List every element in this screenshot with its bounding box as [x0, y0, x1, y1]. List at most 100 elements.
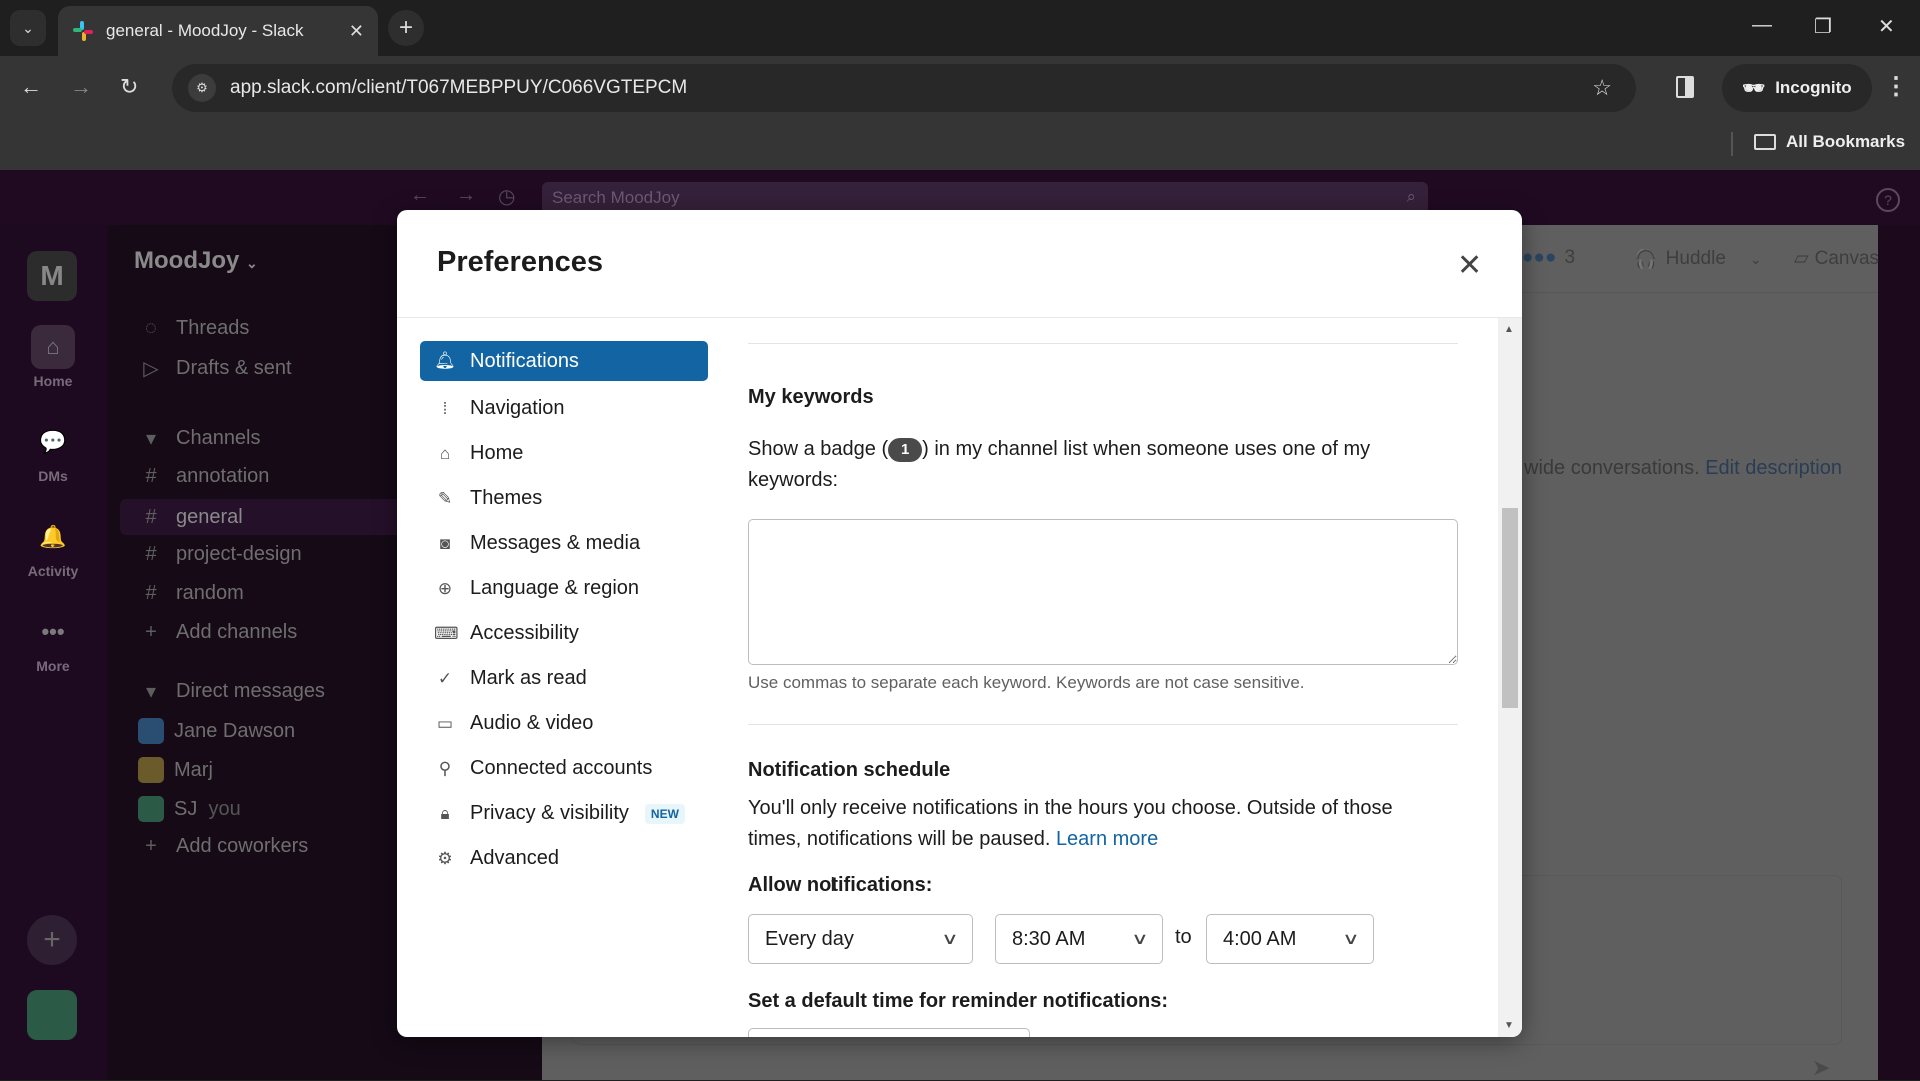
- sidebar-item-drafts[interactable]: ▷ Drafts & sent: [138, 356, 291, 381]
- to-time-select[interactable]: 4:00 AM ∨: [1206, 914, 1374, 964]
- add-coworkers-button[interactable]: + Add coworkers: [138, 835, 308, 858]
- back-icon[interactable]: ←: [20, 74, 42, 100]
- rail-more[interactable]: ••• More: [0, 610, 106, 674]
- sidebar-label: Threads: [176, 317, 250, 339]
- user-avatar[interactable]: [27, 990, 77, 1040]
- new-tab-button[interactable]: +: [388, 10, 424, 46]
- scroll-down-icon[interactable]: ▼: [1504, 1020, 1514, 1031]
- canvas-button[interactable]: ▱ Canvas: [1794, 247, 1879, 270]
- chevron-down-icon[interactable]: ⌄: [1750, 251, 1762, 268]
- nav-label: Privacy & visibility: [470, 802, 629, 824]
- all-bookmarks-button[interactable]: All Bookmarks: [1754, 132, 1905, 152]
- rail-home[interactable]: ⌂ Home: [0, 325, 106, 389]
- nav-item-notifications[interactable]: 🔔︎ Notifications: [420, 341, 708, 381]
- reload-icon[interactable]: ↻: [120, 74, 138, 100]
- add-workspace-button[interactable]: +: [27, 915, 77, 965]
- sidebar-item-threads[interactable]: ◌ Threads: [138, 317, 249, 340]
- section-divider: [748, 343, 1458, 344]
- rail-activity[interactable]: 🔔 Activity: [0, 515, 106, 579]
- slack-logo-icon: [72, 20, 94, 42]
- restore-icon[interactable]: ❐: [1814, 14, 1832, 39]
- all-bookmarks-label: All Bookmarks: [1786, 132, 1906, 151]
- nav-item-privacy-visibility[interactable]: 🔒︎ Privacy & visibility NEW: [420, 791, 708, 836]
- add-channels-button[interactable]: + Add channels: [138, 621, 297, 644]
- navigation-icon: ⁞: [442, 398, 448, 418]
- hash-icon: #: [145, 582, 157, 604]
- bookmark-star-icon[interactable]: ☆: [1592, 75, 1612, 101]
- hash-icon: #: [145, 465, 157, 487]
- forward-icon[interactable]: →: [70, 74, 92, 100]
- nav-item-language-region[interactable]: ⊕ Language & region: [420, 566, 708, 611]
- section-label: Direct messages: [176, 680, 325, 702]
- days-select[interactable]: Every day ∨: [748, 914, 973, 964]
- history-icon[interactable]: ◷: [498, 184, 515, 209]
- workspace-name[interactable]: MoodJoy ⌄: [134, 247, 258, 275]
- rail-dms[interactable]: 💬 DMs: [0, 420, 106, 484]
- channel-item[interactable]: # annotation: [138, 465, 269, 488]
- nav-item-audio-video[interactable]: ▭ Audio & video: [420, 701, 708, 746]
- close-tab-icon[interactable]: ✕: [349, 21, 364, 42]
- from-time-select[interactable]: 8:30 AM ∨: [995, 914, 1163, 964]
- channel-item[interactable]: # random: [138, 582, 243, 605]
- dm-name: SJ: [174, 797, 198, 820]
- dm-item[interactable]: Jane Dawson: [138, 718, 295, 744]
- dm-item[interactable]: Marj: [138, 757, 213, 783]
- history-forward-icon[interactable]: →: [456, 184, 476, 207]
- nav-item-mark-as-read[interactable]: ✓ Mark as read: [420, 656, 708, 701]
- keywords-input[interactable]: [748, 519, 1458, 665]
- chevron-down-icon: ∨: [1342, 931, 1360, 948]
- browser-menu-icon[interactable]: ⋮: [1884, 72, 1908, 101]
- minimize-icon[interactable]: —: [1752, 14, 1772, 37]
- keyboard-icon: ⌨: [434, 623, 459, 643]
- site-settings-icon[interactable]: ⚙: [188, 74, 216, 102]
- side-panel-icon[interactable]: [1676, 76, 1694, 98]
- new-badge: NEW: [644, 803, 685, 824]
- channels-section-toggle[interactable]: ▾ Channels: [138, 426, 261, 451]
- message-icon: ◙: [439, 533, 451, 553]
- canvas-icon: ▱: [1794, 248, 1809, 269]
- close-icon[interactable]: ✕: [1457, 248, 1482, 283]
- nav-label: Notifications: [470, 349, 579, 372]
- avatar: [138, 757, 164, 783]
- dm-name: Marj: [174, 758, 213, 781]
- channel-item[interactable]: # project-design: [138, 543, 301, 566]
- reminder-time-select[interactable]: [748, 1028, 1030, 1037]
- history-back-icon[interactable]: ←: [410, 184, 430, 207]
- nav-item-advanced[interactable]: ⚙ Advanced: [420, 836, 708, 881]
- incognito-badge[interactable]: 🕶 Incognito: [1722, 64, 1872, 112]
- edit-description-link[interactable]: Edit description: [1705, 457, 1842, 479]
- members-button[interactable]: ●●● 3: [1522, 247, 1575, 269]
- browser-tab[interactable]: general - MoodJoy - Slack ✕: [58, 6, 378, 56]
- channel-name: annotation: [176, 465, 270, 487]
- address-bar[interactable]: ⚙ app.slack.com/client/T067MEBPPUY/C066V…: [172, 64, 1636, 112]
- section-label: Channels: [176, 427, 261, 449]
- hash-icon: #: [145, 543, 157, 565]
- nav-item-home[interactable]: ⌂ Home: [420, 431, 708, 476]
- send-icon[interactable]: ➤: [1812, 1055, 1830, 1081]
- dm-item[interactable]: SJ you: [138, 796, 241, 822]
- nav-label: Language & region: [470, 577, 640, 599]
- video-icon: ▭: [436, 713, 454, 733]
- dms-section-toggle[interactable]: ▾ Direct messages: [138, 679, 325, 704]
- member-count: 3: [1564, 247, 1576, 268]
- help-icon[interactable]: ?: [1876, 188, 1900, 212]
- dms-icon: 💬: [39, 429, 67, 454]
- close-window-icon[interactable]: ✕: [1878, 14, 1895, 39]
- nav-item-themes[interactable]: ✎ Themes: [420, 476, 708, 521]
- nav-item-navigation[interactable]: ⁞ Navigation: [420, 386, 708, 431]
- chevron-down-icon: ∨: [1131, 931, 1149, 948]
- brush-icon: ✎: [437, 488, 453, 508]
- learn-more-link[interactable]: Learn more: [1056, 828, 1158, 850]
- canvas-label: Canvas: [1814, 248, 1880, 269]
- tab-search-button[interactable]: ⌄: [10, 10, 46, 46]
- huddle-button[interactable]: 🎧 Huddle ⌄: [1634, 247, 1762, 271]
- nav-item-messages-media[interactable]: ◙ Messages & media: [420, 521, 708, 566]
- keywords-description: Show a badge (1) in my channel list when…: [748, 434, 1448, 496]
- scroll-up-icon[interactable]: ▲: [1504, 324, 1514, 335]
- workspace-switcher[interactable]: M: [27, 251, 77, 301]
- content-scrollbar[interactable]: ▲ ▼: [1498, 318, 1522, 1037]
- nav-item-connected-accounts[interactable]: ⚲ Connected accounts: [420, 746, 708, 791]
- folder-icon: [1754, 134, 1776, 150]
- nav-item-accessibility[interactable]: ⌨ Accessibility: [420, 611, 708, 656]
- scrollbar-thumb[interactable]: [1502, 508, 1518, 708]
